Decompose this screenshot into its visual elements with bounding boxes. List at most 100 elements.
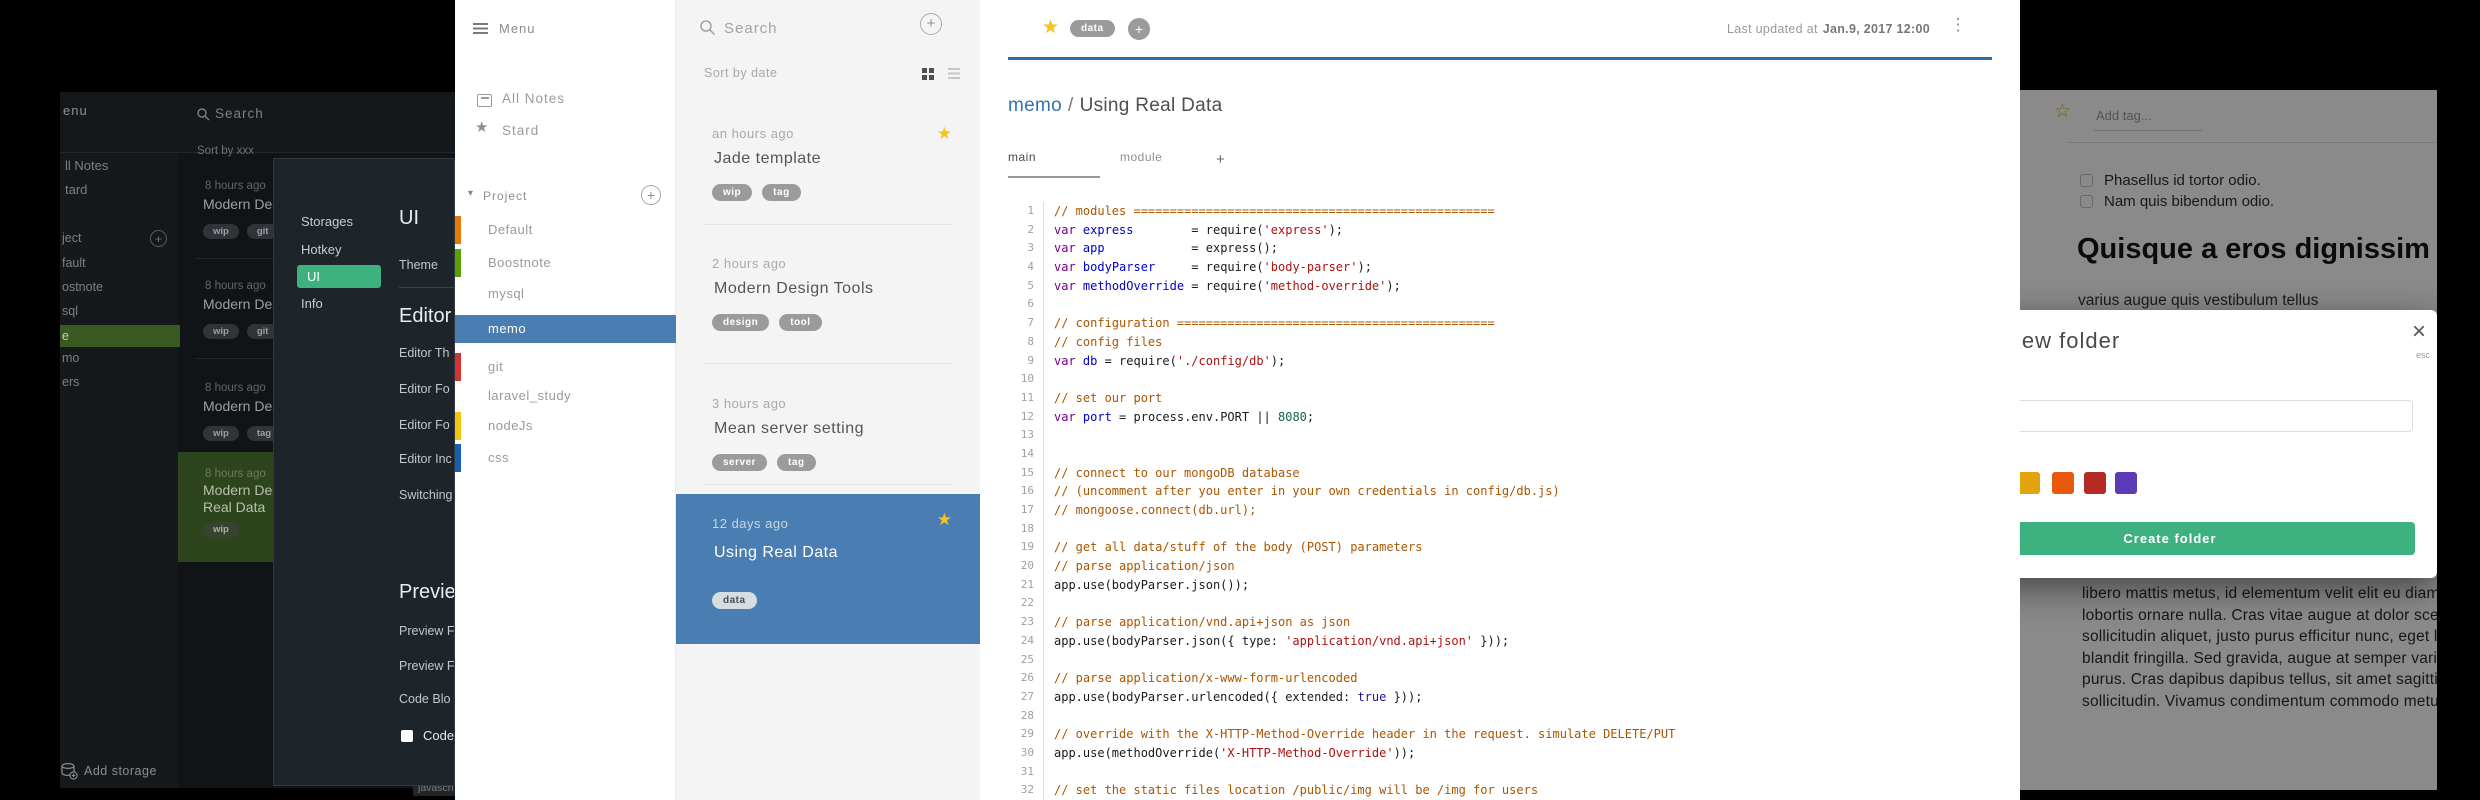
kebab-menu-icon[interactable]: ⋮ bbox=[1948, 15, 1968, 35]
line-number: 5 bbox=[1008, 276, 1044, 296]
folder-color-bar bbox=[455, 353, 461, 381]
dark-nav-starred[interactable]: tard bbox=[65, 182, 87, 197]
grid-view-icon[interactable] bbox=[922, 68, 934, 80]
dark-folder-item[interactable]: mo bbox=[60, 347, 180, 369]
sidebar-item-starred[interactable]: Stard bbox=[502, 123, 539, 138]
menu-icon[interactable] bbox=[473, 23, 488, 34]
code-line: 15 // connect to our mongoDB database bbox=[1008, 463, 2008, 483]
menu-label[interactable]: Menu bbox=[499, 21, 536, 36]
code-token: = require( bbox=[1133, 222, 1264, 237]
new-note-button[interactable]: + bbox=[920, 13, 942, 35]
code-text: // mongoose.connect(db.url); bbox=[1054, 501, 1256, 520]
settings-checkbox[interactable] bbox=[401, 730, 413, 742]
line-number: 22 bbox=[1008, 594, 1044, 614]
note-star-icon[interactable]: ★ bbox=[937, 124, 952, 144]
sidebar-folder-Default[interactable]: Default bbox=[455, 216, 676, 244]
dark-folder-item[interactable]: e bbox=[60, 325, 180, 347]
new-tab-button[interactable]: + bbox=[1216, 151, 1225, 168]
settings-tab-info[interactable]: Info bbox=[301, 296, 323, 311]
folder-color-bar bbox=[455, 216, 461, 244]
line-number: 26 bbox=[1008, 669, 1044, 688]
line-number: 21 bbox=[1008, 575, 1044, 595]
dark-note-title: Real Data bbox=[203, 499, 266, 515]
dark-add-folder-button[interactable]: + bbox=[150, 230, 167, 247]
dark-folder-item[interactable]: fault bbox=[60, 252, 180, 274]
dark-note-tags: wip git bbox=[203, 224, 279, 239]
dark-add-storage-label[interactable]: Add storage bbox=[84, 764, 157, 778]
background-dark-topbar bbox=[60, 92, 455, 153]
code-editor[interactable]: 1 // modules ============================… bbox=[1008, 202, 2008, 800]
code-line: 20 // parse application/json bbox=[1008, 557, 2008, 576]
sidebar-folder-css[interactable]: css bbox=[455, 444, 676, 472]
add-tag-button[interactable]: + bbox=[1128, 18, 1150, 40]
code-token: var bbox=[1054, 353, 1076, 368]
settings-tab-storages[interactable]: Storages bbox=[301, 214, 353, 229]
search-input[interactable] bbox=[722, 15, 896, 41]
code-line: 28 bbox=[1008, 706, 2008, 726]
code-text: // set the static files location /public… bbox=[1054, 781, 1538, 800]
sidebar-item-all-notes[interactable]: All Notes bbox=[502, 91, 565, 106]
dark-note-time: 8 hours ago bbox=[205, 280, 266, 292]
code-text: // parse application/json bbox=[1054, 557, 1235, 576]
dark-folder-item[interactable]: sql bbox=[60, 300, 180, 322]
tag-badge: wip bbox=[203, 426, 239, 441]
settings-tab-ui[interactable]: UI bbox=[297, 265, 381, 288]
dark-search-label[interactable]: Search bbox=[215, 106, 264, 121]
sidebar-folder-memo[interactable]: memo bbox=[455, 315, 676, 343]
tab-main[interactable]: main bbox=[1008, 150, 1100, 178]
sort-by-label[interactable]: Sort by date bbox=[704, 66, 777, 80]
close-icon[interactable]: × bbox=[2412, 318, 2426, 346]
line-number: 24 bbox=[1008, 631, 1044, 651]
note-title: Using Real Data bbox=[714, 544, 838, 561]
note-title: Mean server setting bbox=[714, 420, 865, 437]
note-title: Modern Design Tools bbox=[714, 280, 874, 297]
chevron-down-icon[interactable]: ▾ bbox=[468, 188, 473, 199]
code-token: app bbox=[1082, 241, 1105, 256]
note-list-item[interactable]: 2 hours ago Modern Design Tools design tool bbox=[676, 246, 980, 364]
dark-folder-item[interactable]: ers bbox=[60, 371, 180, 393]
create-folder-button[interactable]: Create folder bbox=[2020, 522, 2415, 555]
sidebar-folder-git[interactable]: git bbox=[455, 353, 676, 381]
tab-module[interactable]: module bbox=[1120, 150, 1166, 178]
code-text: // (uncomment after you enter in your ow… bbox=[1054, 482, 1560, 501]
settings-preview-row: Code Blo bbox=[399, 692, 451, 706]
code-text: var port = process.env.PORT || 8080; bbox=[1054, 408, 1314, 427]
dark-nav-all-notes[interactable]: ll Notes bbox=[65, 158, 108, 173]
breadcrumb-folder[interactable]: memo bbox=[1008, 95, 1062, 116]
list-view-icon[interactable] bbox=[948, 68, 960, 79]
tag-badge: server bbox=[712, 454, 768, 471]
sidebar-folder-laravel_study[interactable]: laravel_study bbox=[455, 382, 676, 410]
code-token: // parse application/json bbox=[1054, 559, 1235, 574]
code-line: 32 // set the static files location /publ… bbox=[1008, 781, 2008, 800]
sidebar-folder-nodeJs[interactable]: nodeJs bbox=[455, 412, 676, 440]
add-folder-button[interactable]: + bbox=[641, 185, 661, 205]
folder-color-swatch[interactable] bbox=[2084, 472, 2106, 494]
settings-editor-row: Switching bbox=[399, 488, 453, 502]
folder-color-swatch[interactable] bbox=[2115, 472, 2137, 494]
folder-color-bar bbox=[455, 412, 461, 440]
folder-color-swatch[interactable] bbox=[2052, 472, 2074, 494]
folder-label: nodeJs bbox=[488, 418, 533, 433]
folder-name-input[interactable] bbox=[2020, 400, 2413, 432]
note-star-icon[interactable]: ★ bbox=[1042, 16, 1059, 39]
folder-color-swatch[interactable] bbox=[2020, 472, 2040, 494]
code-token: // override with the X-HTTP-Method-Overr… bbox=[1054, 727, 1676, 742]
settings-tab-hotkey[interactable]: Hotkey bbox=[301, 242, 341, 257]
dark-search-icon bbox=[197, 108, 210, 121]
note-list-item[interactable]: 3 hours ago Mean server setting server tag bbox=[676, 386, 980, 504]
sidebar-folder-mysql[interactable]: mysql bbox=[455, 280, 676, 308]
dark-folder-item[interactable]: ostnote bbox=[60, 276, 180, 298]
dark-sort-label[interactable]: Sort by xxx bbox=[197, 145, 254, 157]
code-token: // parse application/x-www-form-urlencod… bbox=[1054, 671, 1358, 686]
tag-badge[interactable]: data bbox=[1070, 20, 1115, 37]
code-token: })); bbox=[1473, 633, 1510, 648]
sidebar-folder-Boostnote[interactable]: Boostnote bbox=[455, 249, 676, 277]
line-number: 32 bbox=[1008, 781, 1044, 800]
code-token: 'express' bbox=[1263, 222, 1329, 237]
note-list-item[interactable]: 12 days ago ★ Using Real Data data bbox=[676, 494, 980, 644]
note-star-icon[interactable]: ★ bbox=[937, 510, 952, 530]
tag-badge: design bbox=[712, 314, 770, 331]
note-list-item[interactable]: an hours ago ★ Jade template wip tag bbox=[676, 116, 980, 234]
